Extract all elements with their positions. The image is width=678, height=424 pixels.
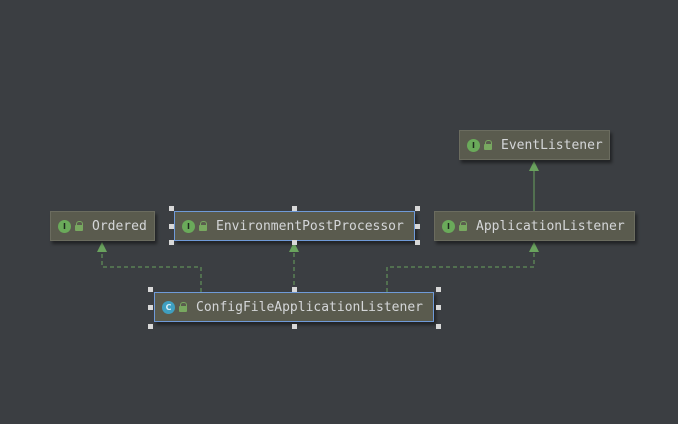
arrowhead-applicationlistener <box>529 242 539 252</box>
resize-handle[interactable] <box>415 240 420 245</box>
arrowhead-ordered <box>97 242 107 252</box>
public-lock-icon <box>484 140 493 150</box>
resize-handle[interactable] <box>436 305 441 310</box>
public-lock-icon <box>459 221 468 231</box>
resize-handle[interactable] <box>169 224 174 229</box>
public-lock-icon <box>179 302 188 312</box>
resize-handle[interactable] <box>169 240 174 245</box>
edge-config-implements-applicationlistener <box>386 252 535 292</box>
resize-handle[interactable] <box>148 324 153 329</box>
resize-handle[interactable] <box>415 224 420 229</box>
public-lock-icon <box>199 221 208 231</box>
resize-handle[interactable] <box>436 324 441 329</box>
interface-icon: I <box>467 138 480 152</box>
node-config-file-application-listener[interactable]: C ConfigFileApplicationListener <box>154 292 434 322</box>
node-label: EnvironmentPostProcessor <box>216 218 404 234</box>
public-lock-icon <box>75 221 84 231</box>
node-label: ApplicationListener <box>476 218 625 234</box>
node-application-listener[interactable]: I ApplicationListener <box>434 211 635 241</box>
resize-handle[interactable] <box>415 206 420 211</box>
resize-handle[interactable] <box>169 206 174 211</box>
resize-handle[interactable] <box>148 305 153 310</box>
resize-handle[interactable] <box>292 287 297 292</box>
interface-icon: I <box>442 219 455 233</box>
node-environment-post-processor[interactable]: I EnvironmentPostProcessor <box>174 211 415 241</box>
node-label: Ordered <box>92 218 147 234</box>
edge-config-implements-ordered <box>101 252 202 292</box>
uml-diagram-canvas[interactable]: I EventListener I Ordered I EnvironmentP… <box>0 0 678 424</box>
resize-handle[interactable] <box>292 206 297 211</box>
resize-handle[interactable] <box>292 324 297 329</box>
node-label: ConfigFileApplicationListener <box>196 299 423 315</box>
resize-handle[interactable] <box>148 287 153 292</box>
resize-handle[interactable] <box>292 240 297 245</box>
node-ordered[interactable]: I Ordered <box>50 211 155 241</box>
interface-icon: I <box>58 219 71 233</box>
resize-handle[interactable] <box>436 287 441 292</box>
node-event-listener[interactable]: I EventListener <box>459 130 610 160</box>
node-label: EventListener <box>501 137 603 153</box>
arrowhead-eventlistener <box>529 161 539 171</box>
interface-icon: I <box>182 219 195 233</box>
class-icon: C <box>162 300 175 314</box>
